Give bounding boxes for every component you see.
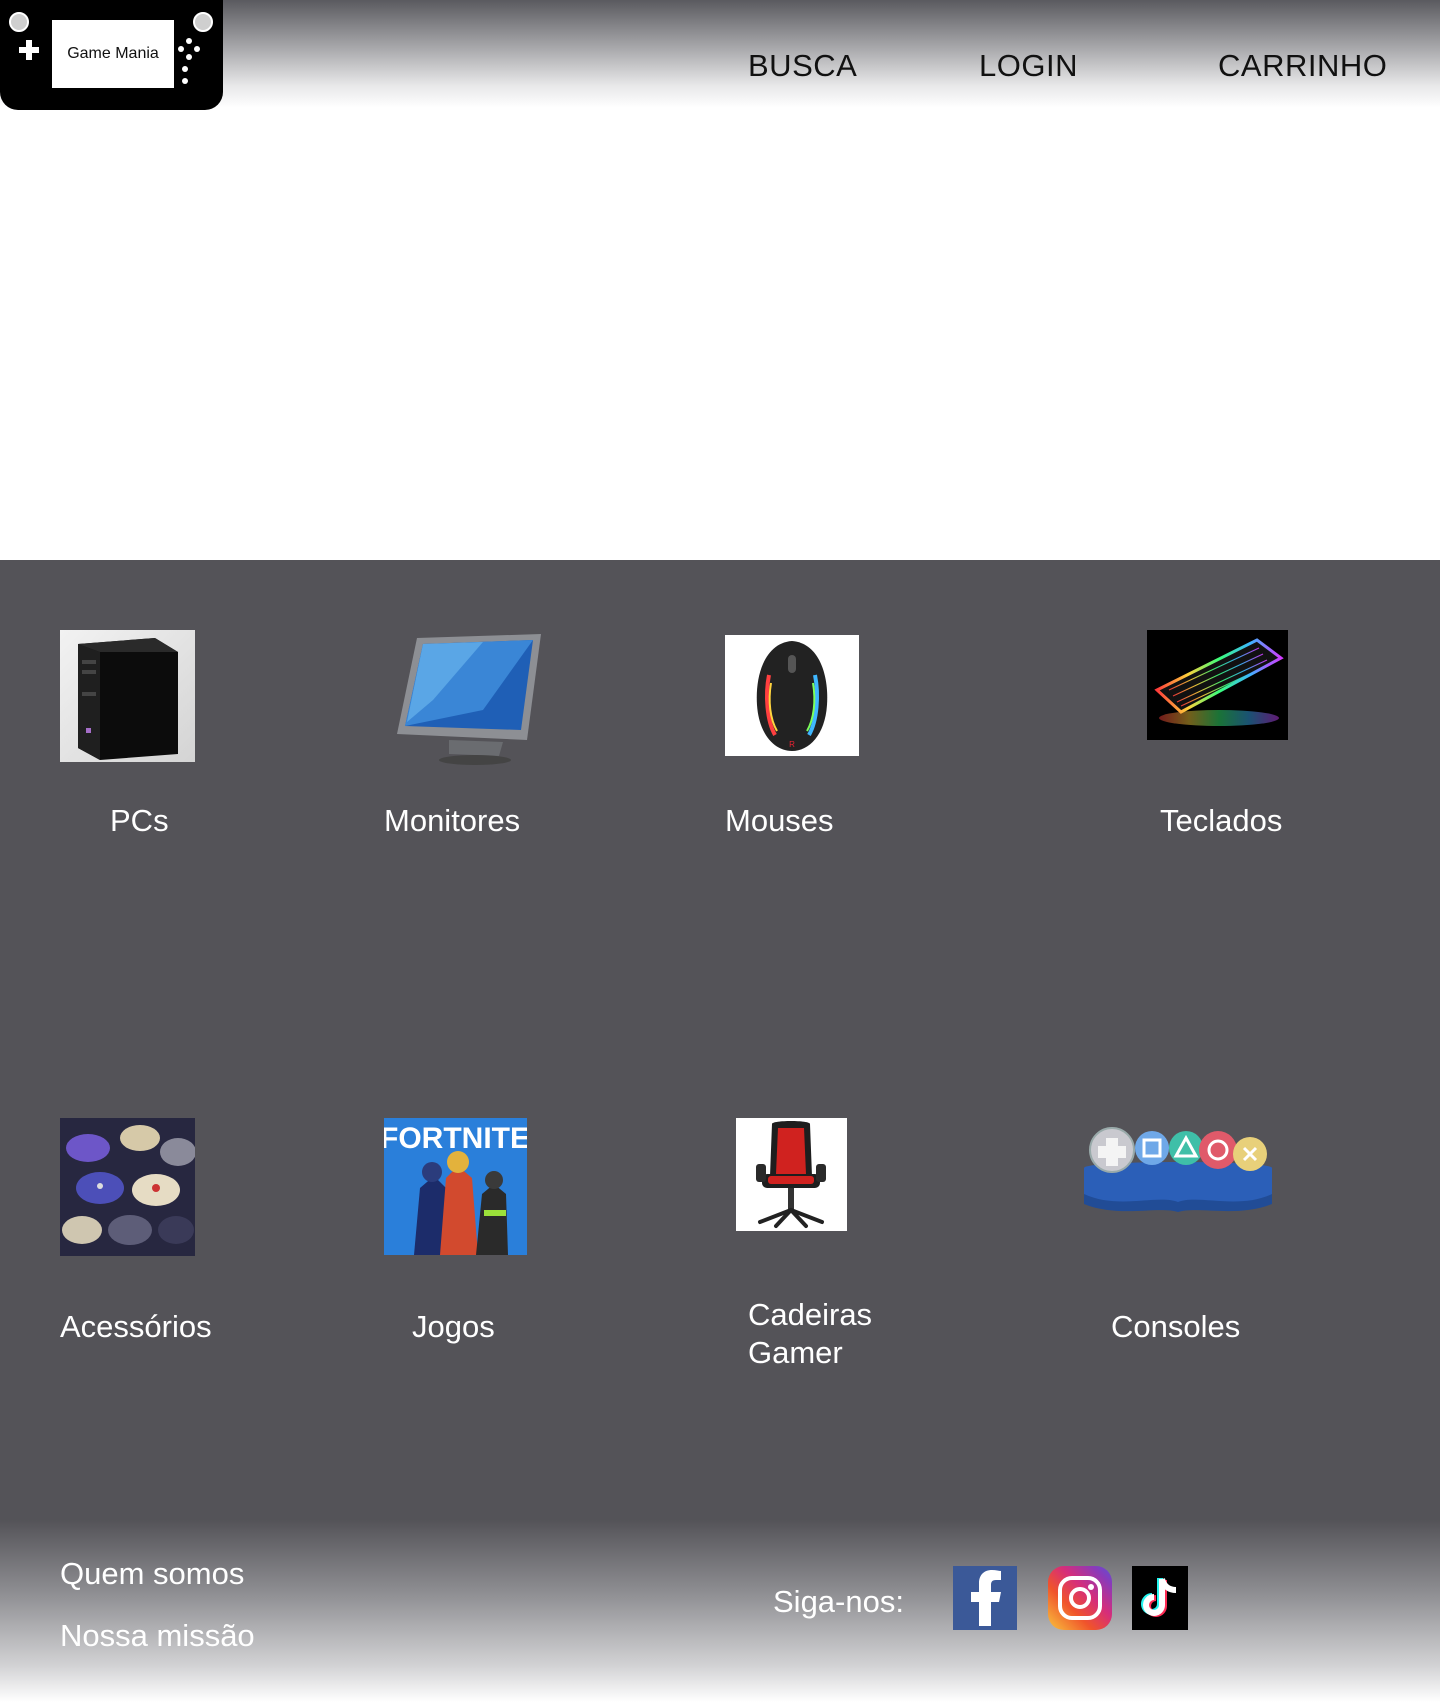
category-label: Acessórios <box>60 1309 212 1344</box>
controllers-icon <box>60 1118 195 1256</box>
shoulder-button-left-icon <box>9 12 29 32</box>
shoulder-button-right-icon <box>193 12 213 32</box>
face-button-icon <box>186 54 192 60</box>
svg-text:R: R <box>789 740 795 749</box>
category-label: Consoles <box>1111 1309 1241 1344</box>
category-label: Mouses <box>725 803 834 838</box>
logo-text: Game Mania <box>50 18 176 90</box>
category-label: Monitores <box>384 803 521 838</box>
face-button-icon <box>178 46 184 52</box>
category-label: Jogos <box>412 1309 495 1344</box>
monitor-icon <box>393 630 543 770</box>
fortnite-cover-icon: FORTNITE <box>384 1118 527 1255</box>
header: Game Mania BUSCA LOGIN CARRINHO <box>0 0 1440 110</box>
category-grid: PCs Monitores R Mouses Teclados Acessóri… <box>0 560 1440 1520</box>
logo[interactable]: Game Mania <box>0 0 223 110</box>
pc-tower-icon <box>60 630 195 762</box>
face-button-icon <box>194 46 200 52</box>
tiktok-icon[interactable] <box>1132 1566 1188 1630</box>
face-button-icon <box>182 78 188 84</box>
category-label: PCs <box>110 803 169 838</box>
instagram-icon[interactable] <box>1048 1566 1112 1630</box>
follow-label: Siga-nos: <box>773 1584 904 1619</box>
face-button-icon <box>182 66 188 72</box>
face-button-icon <box>186 38 192 44</box>
dpad-icon <box>19 40 39 60</box>
facebook-icon[interactable] <box>953 1566 1017 1630</box>
category-label-line1: Cadeiras <box>748 1297 873 1332</box>
page: Game Mania BUSCA LOGIN CARRINHO PCs Moni… <box>0 0 1440 1702</box>
fortnite-logo: FORTNITE <box>384 1122 527 1155</box>
mission-link[interactable]: Nossa missão <box>60 1618 255 1654</box>
gaming-chair-icon <box>736 1118 847 1231</box>
nav-cart[interactable]: CARRINHO <box>1218 48 1387 84</box>
category-label-line2: Gamer <box>748 1335 843 1370</box>
mouse-icon: R <box>725 635 859 756</box>
nav-search[interactable]: BUSCA <box>748 48 857 84</box>
category-label: Teclados <box>1160 803 1283 838</box>
footer: Quem somos Nossa missão Siga-nos: <box>0 1520 1440 1702</box>
about-link[interactable]: Quem somos <box>60 1556 244 1592</box>
keyboard-icon <box>1147 630 1288 740</box>
console-buttons-icon <box>1078 1120 1278 1220</box>
nav-login[interactable]: LOGIN <box>979 48 1078 84</box>
